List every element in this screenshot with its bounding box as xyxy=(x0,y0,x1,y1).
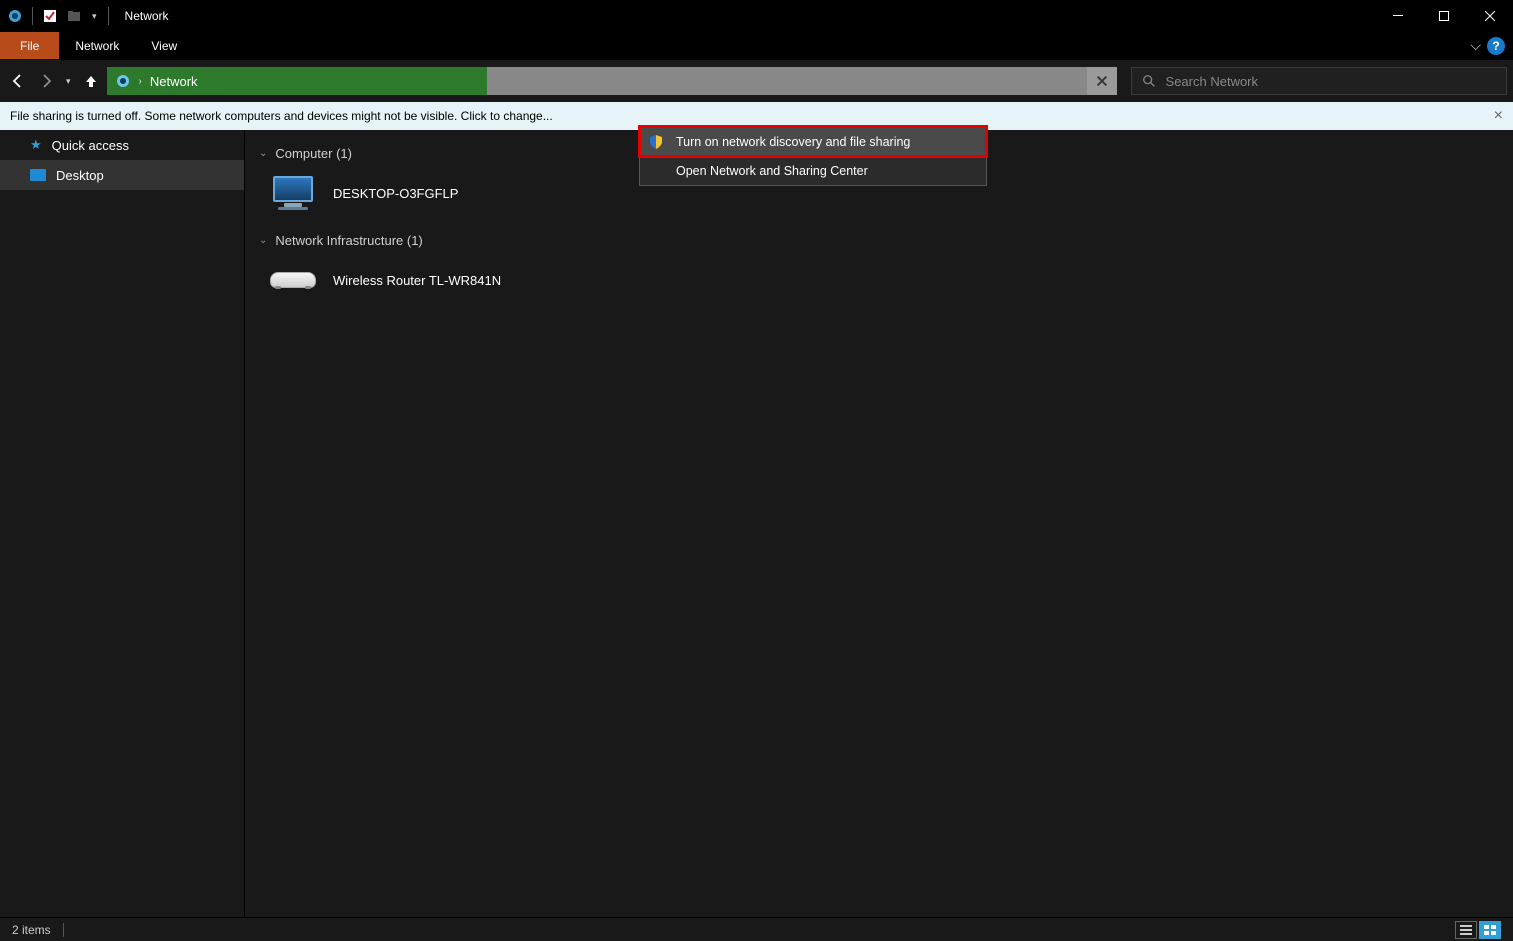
qat-dropdown-icon[interactable]: ▾ xyxy=(89,11,100,22)
body: ★ Quick access Desktop ⌄ Computer (1) DE… xyxy=(0,130,1513,917)
item-label: DESKTOP-O3FGFLP xyxy=(333,186,458,201)
ribbon-tabs: File Network View xyxy=(0,32,193,59)
search-placeholder: Search Network xyxy=(1166,74,1258,89)
group-label: Computer (1) xyxy=(275,146,352,161)
infobar-close-icon[interactable]: × xyxy=(1494,107,1503,125)
tab-network[interactable]: Network xyxy=(59,32,135,59)
divider xyxy=(32,7,33,25)
item-label: Wireless Router TL-WR841N xyxy=(333,273,501,288)
network-icon xyxy=(115,73,131,89)
menu-item-label: Turn on network discovery and file shari… xyxy=(676,135,910,149)
ribbon-right: ⌵ ? xyxy=(1470,32,1513,59)
desktop-icon xyxy=(30,169,46,181)
up-button[interactable] xyxy=(79,69,103,93)
address-crumb[interactable]: Network xyxy=(150,74,198,89)
maximize-button[interactable] xyxy=(1421,0,1467,32)
statusbar: 2 items xyxy=(0,917,1513,941)
sidebar-item-quick-access[interactable]: ★ Quick access xyxy=(0,130,244,160)
address-bar[interactable]: › Network xyxy=(107,67,1117,95)
address-segment: › Network xyxy=(107,67,487,95)
refresh-button[interactable] xyxy=(1087,67,1117,95)
sidebar-item-desktop[interactable]: Desktop xyxy=(0,160,244,190)
back-button[interactable] xyxy=(6,69,30,93)
star-icon: ★ xyxy=(30,137,42,153)
router-icon xyxy=(269,260,317,300)
search-input[interactable]: Search Network xyxy=(1131,67,1507,95)
titlebar-left: ▾ Network xyxy=(0,7,169,25)
infobar-message: File sharing is turned off. Some network… xyxy=(10,109,553,123)
window-title: Network xyxy=(125,9,169,23)
window-controls xyxy=(1375,0,1513,32)
help-icon[interactable]: ? xyxy=(1487,37,1505,55)
tab-view[interactable]: View xyxy=(135,32,193,59)
recent-locations-icon[interactable]: ▾ xyxy=(62,76,75,87)
search-icon xyxy=(1142,74,1156,88)
app-icon xyxy=(6,7,24,25)
context-menu: Turn on network discovery and file shari… xyxy=(639,126,987,186)
view-toggles xyxy=(1455,921,1501,939)
content-area: ⌄ Computer (1) DESKTOP-O3FGFLP ⌄ Network… xyxy=(245,130,1513,917)
divider xyxy=(63,923,64,937)
chevron-right-icon[interactable]: › xyxy=(139,76,142,87)
divider xyxy=(108,7,109,25)
ribbon: File Network View ⌵ ? xyxy=(0,32,1513,60)
close-button[interactable] xyxy=(1467,0,1513,32)
tab-file[interactable]: File xyxy=(0,32,59,59)
icons-view-button[interactable] xyxy=(1479,921,1501,939)
shield-icon xyxy=(648,134,664,150)
details-view-button[interactable] xyxy=(1455,921,1477,939)
computer-icon xyxy=(269,173,317,213)
list-item-router[interactable]: Wireless Router TL-WR841N xyxy=(255,254,1503,306)
menu-item-label: Open Network and Sharing Center xyxy=(676,164,868,178)
group-header-infrastructure[interactable]: ⌄ Network Infrastructure (1) xyxy=(255,227,1503,254)
qat-newfolder-icon[interactable] xyxy=(65,7,83,25)
menu-item-open-sharing-center[interactable]: Open Network and Sharing Center xyxy=(640,156,986,185)
chevron-down-icon: ⌄ xyxy=(259,235,267,246)
minimize-button[interactable] xyxy=(1375,0,1421,32)
chevron-down-icon: ⌄ xyxy=(259,148,267,159)
qat-properties-icon[interactable] xyxy=(41,7,59,25)
status-left: 2 items xyxy=(12,923,64,937)
sidebar: ★ Quick access Desktop xyxy=(0,130,245,917)
sidebar-item-label: Desktop xyxy=(56,168,104,183)
sidebar-item-label: Quick access xyxy=(52,138,129,153)
ribbon-collapse-icon[interactable]: ⌵ xyxy=(1470,37,1481,54)
status-item-count: 2 items xyxy=(12,923,51,937)
titlebar: ▾ Network xyxy=(0,0,1513,32)
navbar: ▾ › Network Search Network xyxy=(0,60,1513,102)
group-label: Network Infrastructure (1) xyxy=(275,233,422,248)
forward-button[interactable] xyxy=(34,69,58,93)
menu-item-turn-on-sharing[interactable]: Turn on network discovery and file shari… xyxy=(640,127,986,156)
